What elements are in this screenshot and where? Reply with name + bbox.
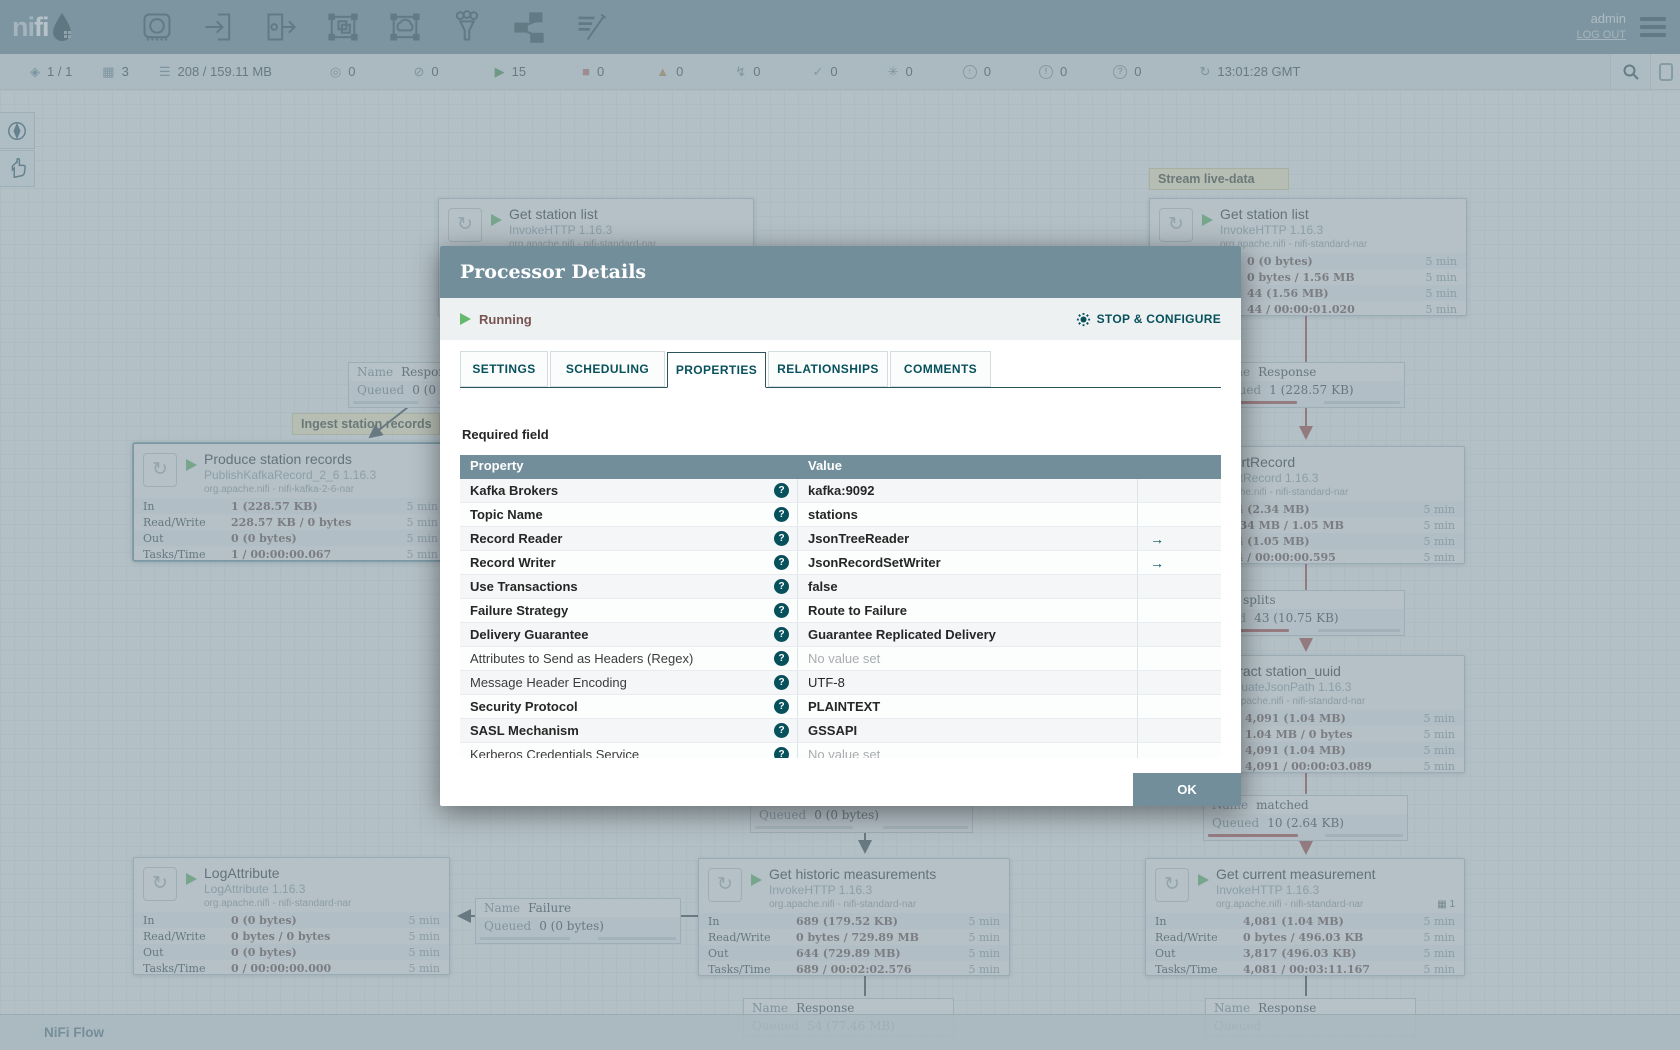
- go-to-service-icon[interactable]: →: [1150, 531, 1164, 547]
- dialog-tabs: SETTINGS SCHEDULING PROPERTIES RELATIONS…: [460, 351, 1221, 388]
- tab-comments[interactable]: COMMENTS: [890, 351, 991, 387]
- gear-icon: [1076, 312, 1090, 326]
- help-icon[interactable]: ?: [774, 699, 789, 714]
- table-row: Use Transactions? false: [460, 575, 1221, 599]
- table-row: SASL Mechanism? GSSAPI: [460, 719, 1221, 743]
- help-icon[interactable]: ?: [774, 579, 789, 594]
- dialog-status-row: Running STOP & CONFIGURE: [440, 298, 1241, 340]
- table-row: Record Reader? JsonTreeReader →: [460, 527, 1221, 551]
- required-field-note: Required field: [462, 427, 549, 442]
- value-column-header: Value: [808, 458, 842, 473]
- table-row: Attributes to Send as Headers (Regex)? N…: [460, 647, 1221, 671]
- help-icon[interactable]: ?: [774, 483, 789, 498]
- ok-button[interactable]: OK: [1133, 773, 1241, 806]
- dialog-title: Processor Details: [460, 261, 647, 283]
- help-icon[interactable]: ?: [774, 555, 789, 570]
- table-row: Failure Strategy? Route to Failure: [460, 599, 1221, 623]
- properties-table: Property Value Kafka Brokers? kafka:9092…: [460, 455, 1221, 758]
- running-indicator-icon: [460, 313, 471, 325]
- stop-and-configure-button[interactable]: STOP & CONFIGURE: [1076, 312, 1221, 327]
- go-to-service-icon[interactable]: →: [1150, 555, 1164, 571]
- help-icon[interactable]: ?: [774, 603, 789, 618]
- help-icon[interactable]: ?: [774, 531, 789, 546]
- dialog-header: Processor Details: [440, 246, 1241, 298]
- tab-settings[interactable]: SETTINGS: [460, 351, 548, 387]
- tab-properties[interactable]: PROPERTIES: [667, 352, 766, 388]
- table-row: Topic Name? stations: [460, 503, 1221, 527]
- table-row: Kerberos Credentials Service? No value s…: [460, 743, 1221, 758]
- table-row: Kafka Brokers? kafka:9092: [460, 479, 1221, 503]
- table-row: Record Writer? JsonRecordSetWriter →: [460, 551, 1221, 575]
- help-icon[interactable]: ?: [774, 723, 789, 738]
- table-row: Delivery Guarantee? Guarantee Replicated…: [460, 623, 1221, 647]
- help-icon[interactable]: ?: [774, 675, 789, 690]
- tab-relationships[interactable]: RELATIONSHIPS: [768, 351, 888, 387]
- tab-scheduling[interactable]: SCHEDULING: [550, 351, 665, 387]
- processor-details-dialog: Processor Details Running STOP & CONFIGU…: [440, 246, 1241, 806]
- nifi-app: nifi admin LOG OUT ◈1 / 1 ▦3: [0, 0, 1680, 1050]
- help-icon[interactable]: ?: [774, 651, 789, 666]
- table-row: Message Header Encoding? UTF-8: [460, 671, 1221, 695]
- help-icon[interactable]: ?: [774, 507, 789, 522]
- properties-table-header: Property Value: [460, 455, 1221, 479]
- help-icon[interactable]: ?: [774, 747, 789, 758]
- run-status-text: Running: [479, 311, 532, 327]
- help-icon[interactable]: ?: [774, 627, 789, 642]
- table-row: Security Protocol? PLAINTEXT: [460, 695, 1221, 719]
- property-column-header: Property: [470, 458, 524, 473]
